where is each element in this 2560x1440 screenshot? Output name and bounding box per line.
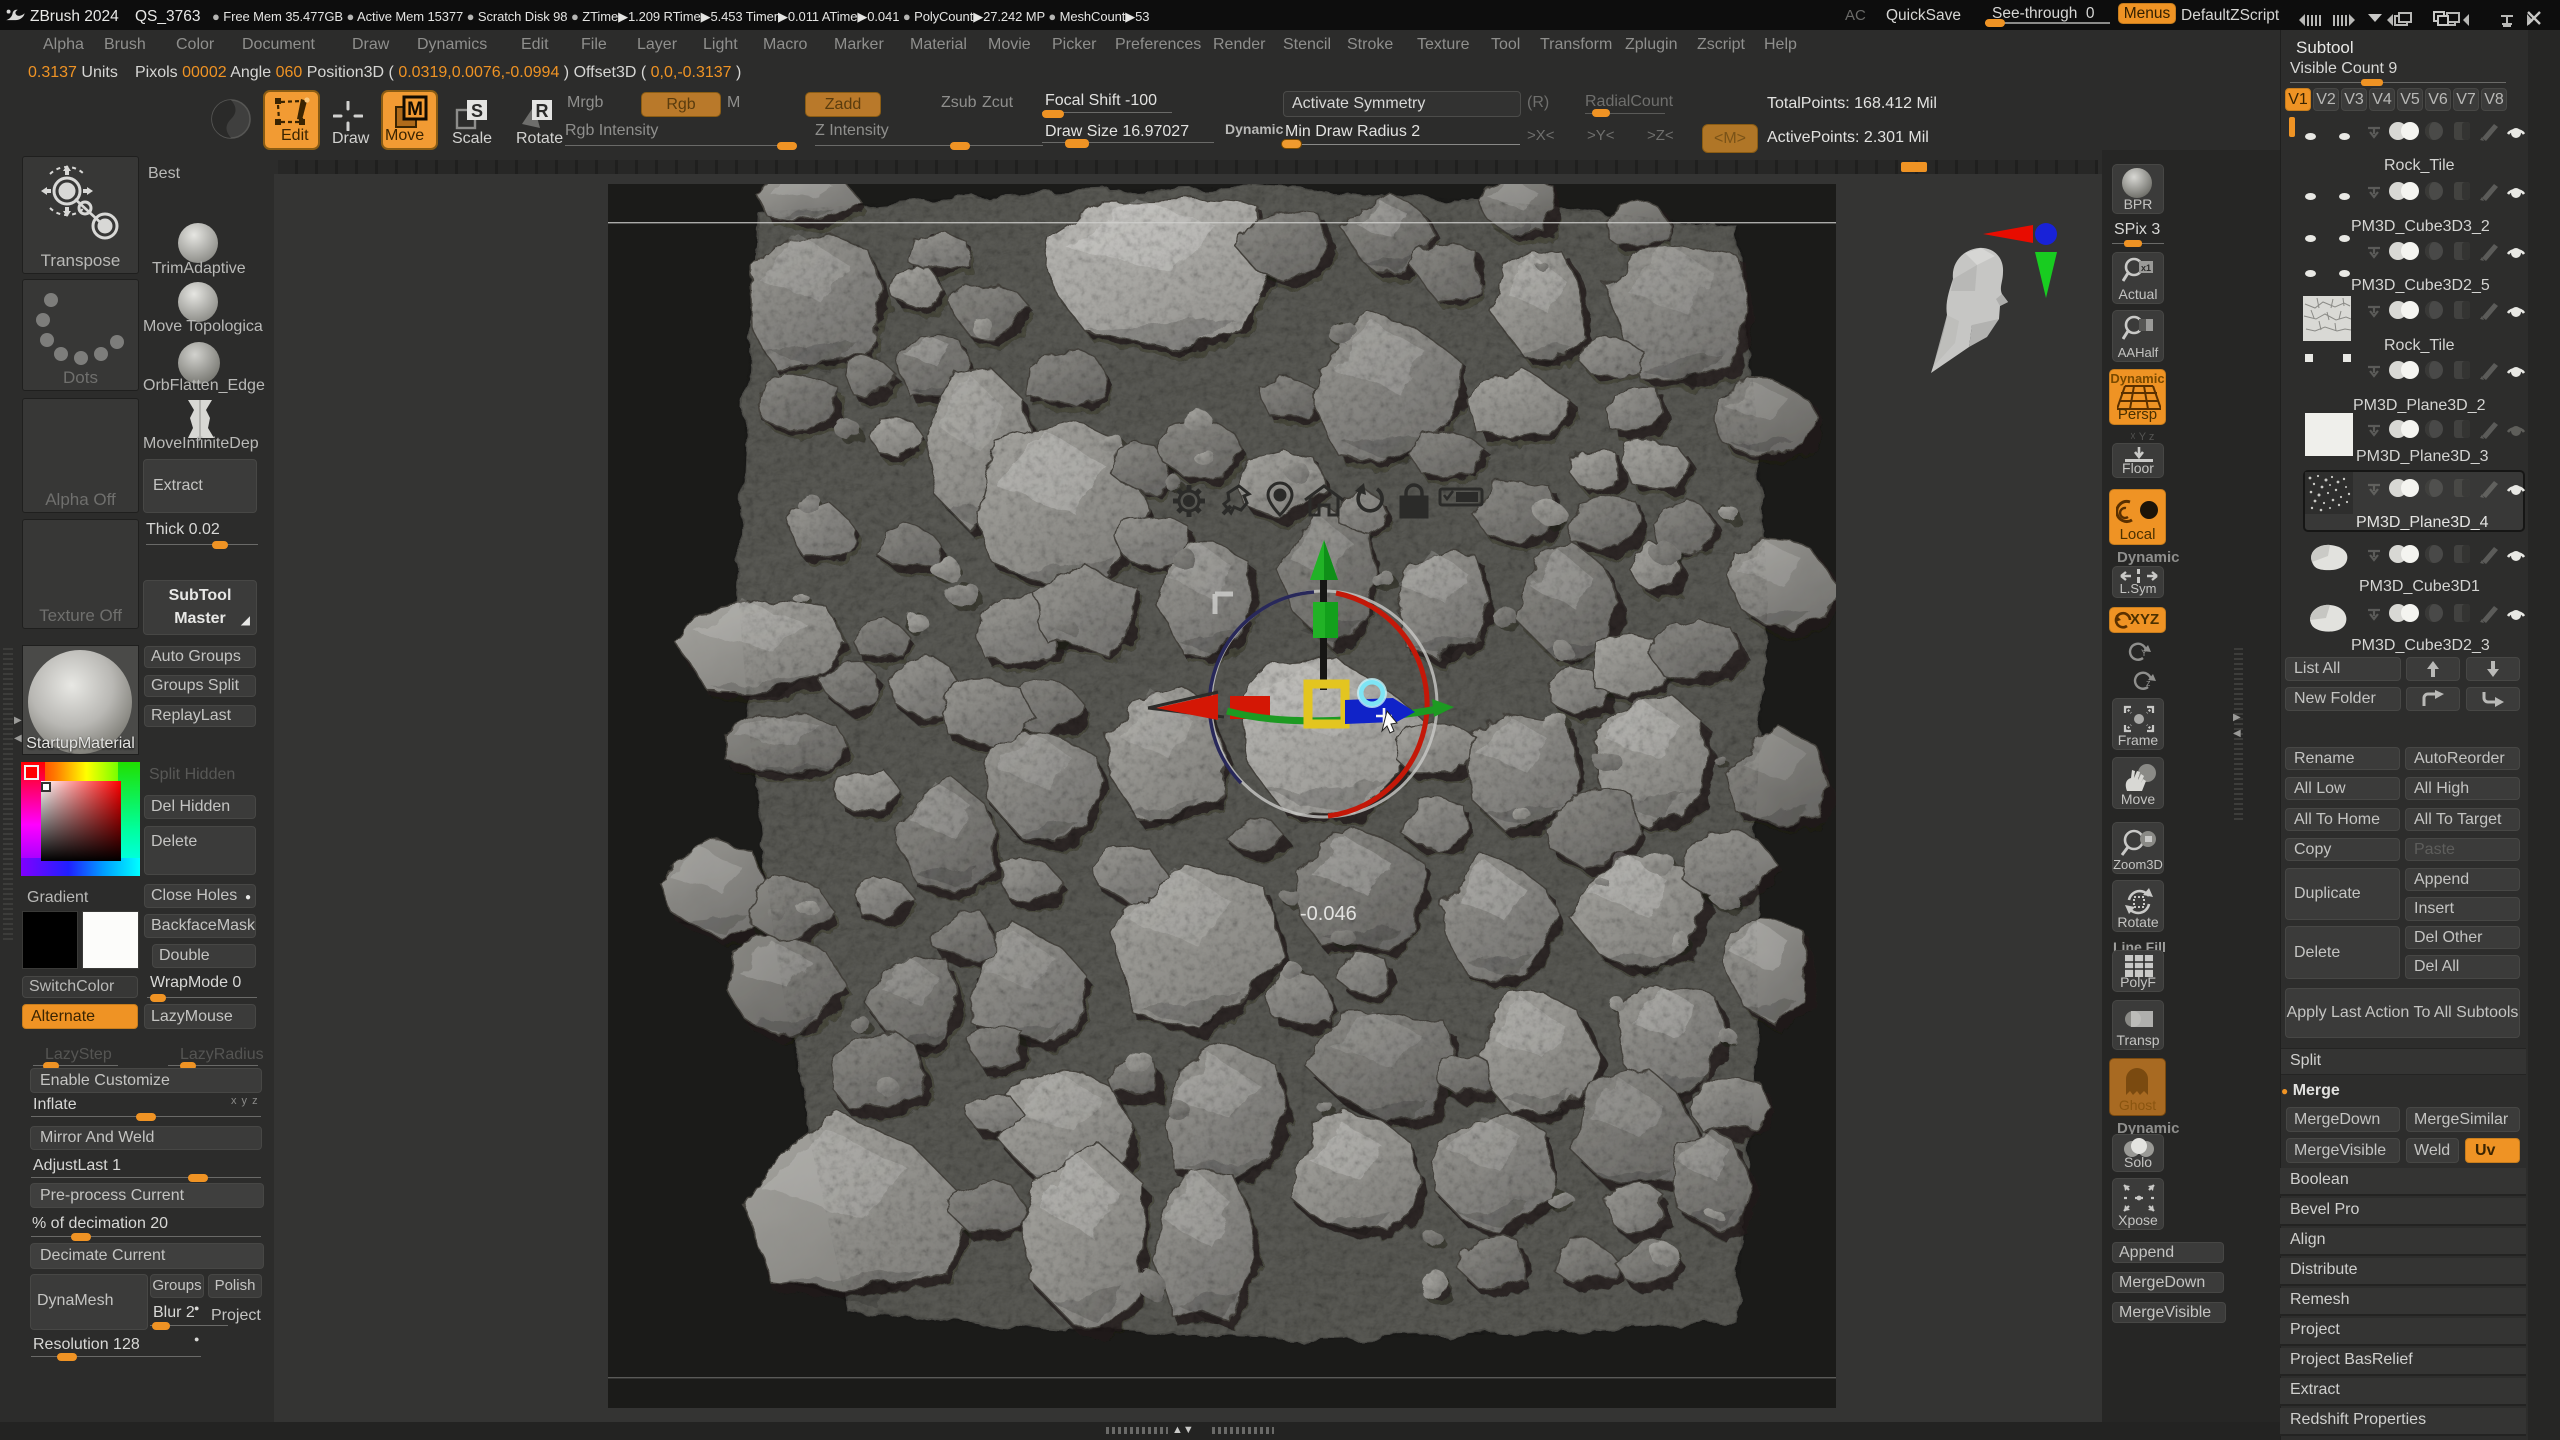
svg-text:Y: Y — [2141, 648, 2147, 658]
svg-text:S: S — [471, 101, 483, 121]
svg-text:R: R — [536, 101, 549, 121]
svg-text:x1: x1 — [2141, 263, 2151, 273]
svg-text:z: z — [2146, 678, 2151, 688]
svg-text:M: M — [407, 99, 423, 120]
svg-text:-0.046: -0.046 — [1300, 903, 1357, 925]
